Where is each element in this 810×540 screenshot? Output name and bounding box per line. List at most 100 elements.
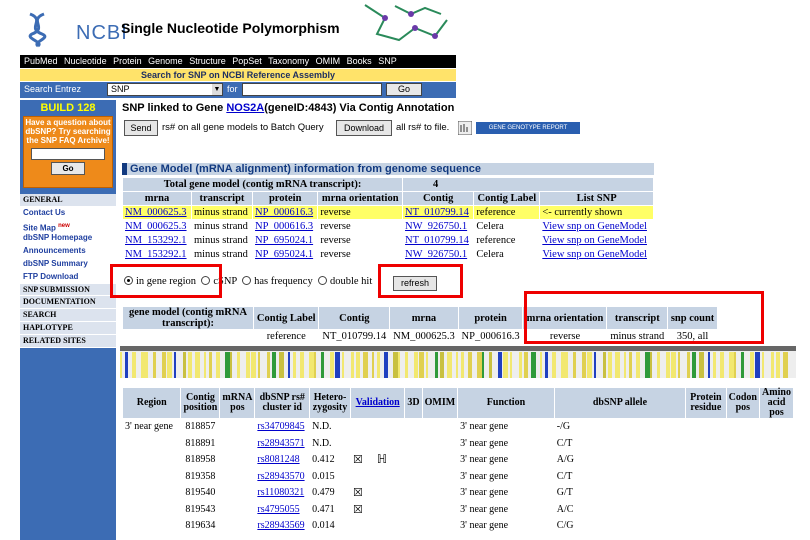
faq-go-button[interactable]: Go [51,162,85,175]
nav-protein[interactable]: Protein [113,56,142,66]
rs-cell[interactable]: rs8081248 [255,452,310,468]
nav-popset[interactable]: PopSet [232,56,262,66]
nav-taxonomy[interactable]: Taxonomy [268,56,309,66]
rs-cell[interactable]: rs11080321 [255,485,310,501]
snp-marker [183,352,186,378]
sidebar-item-documentation[interactable]: DOCUMENTATION [20,296,116,310]
snp-marker [713,352,716,378]
nav-genome[interactable]: Genome [148,56,183,66]
protein-residue-cell [686,435,726,451]
search-go-button[interactable]: Go [386,83,422,96]
rs-link[interactable]: rs34709845 [257,421,304,432]
snp-marker [624,352,626,378]
validated-check-icon[interactable]: ☒ [353,487,363,499]
nav-structure[interactable]: Structure [189,56,226,66]
contig-link[interactable]: NT_010799.14 [405,207,469,218]
database-select[interactable]: SNP ▼ [107,83,223,96]
sidebar-item-search[interactable]: SEARCH [20,309,116,322]
snp-marker [545,352,548,378]
rs-cell[interactable]: rs34709845 [255,419,310,435]
sidebar-item-contact-us[interactable]: Contact Us [20,207,116,220]
sidebar-item-dbsnp-summary[interactable]: dbSNP Summary [20,258,116,271]
mrna-link[interactable]: NM_000625.3 [125,221,187,232]
validated-check-icon[interactable]: ☒ [353,454,363,466]
contig-link[interactable]: NW_926750.1 [405,221,467,232]
rs-link[interactable]: rs28943571 [257,438,304,449]
validation-cell [350,518,405,534]
rs-link[interactable]: rs11080321 [257,487,304,498]
col-protein: protein [253,192,318,205]
mrna-link[interactable]: NM_000625.3 [125,207,187,218]
sidebar-item-dbsnp-homepage[interactable]: dbSNP Homepage [20,232,116,246]
protein-link[interactable]: NP_000616.3 [255,207,313,218]
hapmap-icon[interactable]: ℍ [377,452,387,466]
snp-marker [771,352,774,378]
rs-link[interactable]: rs4795055 [257,504,299,515]
validation-cell: ☒ [350,485,405,501]
rs-link[interactable]: rs28943569 [257,520,304,531]
nav-books[interactable]: Books [347,56,372,66]
validation-link[interactable]: Validation [356,397,400,408]
gene-model-heading: Gene Model (mRNA alignment) information … [122,163,654,175]
download-button[interactable]: Download [336,120,392,136]
sidebar-item-announcements[interactable]: Announcements [20,245,116,258]
contig-link[interactable]: NT_010799.14 [405,235,469,246]
send-button[interactable]: Send [124,120,158,136]
snp-marker [435,352,438,378]
faq-search-input[interactable] [31,148,105,160]
col-mrna: mrna [123,192,191,205]
rs-link[interactable]: rs8081248 [257,454,299,465]
mrna-link[interactable]: NM_153292.1 [125,249,187,260]
rs-link[interactable]: rs28943570 [257,471,304,482]
rs-cell[interactable]: rs4795055 [255,501,310,517]
snp-marker [587,352,592,378]
filter-has-frequency[interactable]: has frequency [242,276,313,287]
for-label: for [227,84,238,94]
sidebar-item-haplotype[interactable]: HAPLOTYPE [20,321,116,335]
rs-cell[interactable]: rs28943570 [255,468,310,484]
download-description: all rs# to file. [396,122,450,133]
rs-cell[interactable]: rs28943569 [255,518,310,534]
snp-marker [687,352,690,378]
snp-marker [321,352,324,378]
nav-pubmed[interactable]: PubMed [24,56,58,66]
gene-genotype-report-badge[interactable]: GENE GENOTYPE REPORT [476,122,580,134]
snp-marker [204,352,206,378]
view-snp-link[interactable]: View snp on GeneModel [542,221,647,232]
filter-label: double hit [329,276,373,287]
contig-link[interactable]: NW_926750.1 [405,249,467,260]
nav-snp[interactable]: SNP [378,56,397,66]
gene-link[interactable]: NOS2A [226,102,264,114]
snp-marker [246,352,250,378]
mrna-pos-cell [220,435,255,451]
contig-label-cell: reference [266,330,306,342]
ncbi-logo[interactable]: NCBI [24,12,127,48]
filter-double-hit[interactable]: double hit [317,276,373,287]
search-input[interactable] [242,83,382,96]
validated-check-icon[interactable]: ☒ [353,504,363,516]
validation-cell: ☒ ℍ [350,452,405,468]
search-label: Search Entrez [24,84,82,94]
nav-omim[interactable]: OMIM [316,56,341,66]
protein-link[interactable]: NP_000616.3 [255,221,313,232]
view-snp-link[interactable]: View snp on GeneModel [542,249,647,260]
view-snp-link[interactable]: View snp on GeneModel [542,235,647,246]
sidebar-item-related-sites[interactable]: RELATED SITES [20,334,116,348]
col-validation[interactable]: Validation [350,388,405,418]
sidebar-item-ftp-download[interactable]: FTP Download [20,271,116,284]
rs-cell[interactable]: rs28943571 [255,435,310,451]
codon-pos-cell [726,501,759,517]
mrna-link[interactable]: NM_153292.1 [125,235,187,246]
faq-text[interactable]: Have a question about dbSNP? Try searchi… [24,118,112,145]
nav-nucleotide[interactable]: Nucleotide [64,56,107,66]
protein-link[interactable]: NP_695024.1 [255,249,313,260]
gene-model-graphic[interactable] [120,346,796,378]
sidebar-item-snp-submission[interactable]: SNP SUBMISSION [20,283,116,297]
col-contig: Contig [403,192,474,205]
col-amino-acid-pos: Amino acid pos [760,388,793,418]
sidebar-item-site-map[interactable]: Site Map new [20,220,116,233]
sidebar-item-general[interactable]: GENERAL [20,194,116,207]
report-icon[interactable] [457,120,473,136]
protein-link[interactable]: NP_695024.1 [255,235,313,246]
transcript-cell: minus strand [191,248,253,261]
